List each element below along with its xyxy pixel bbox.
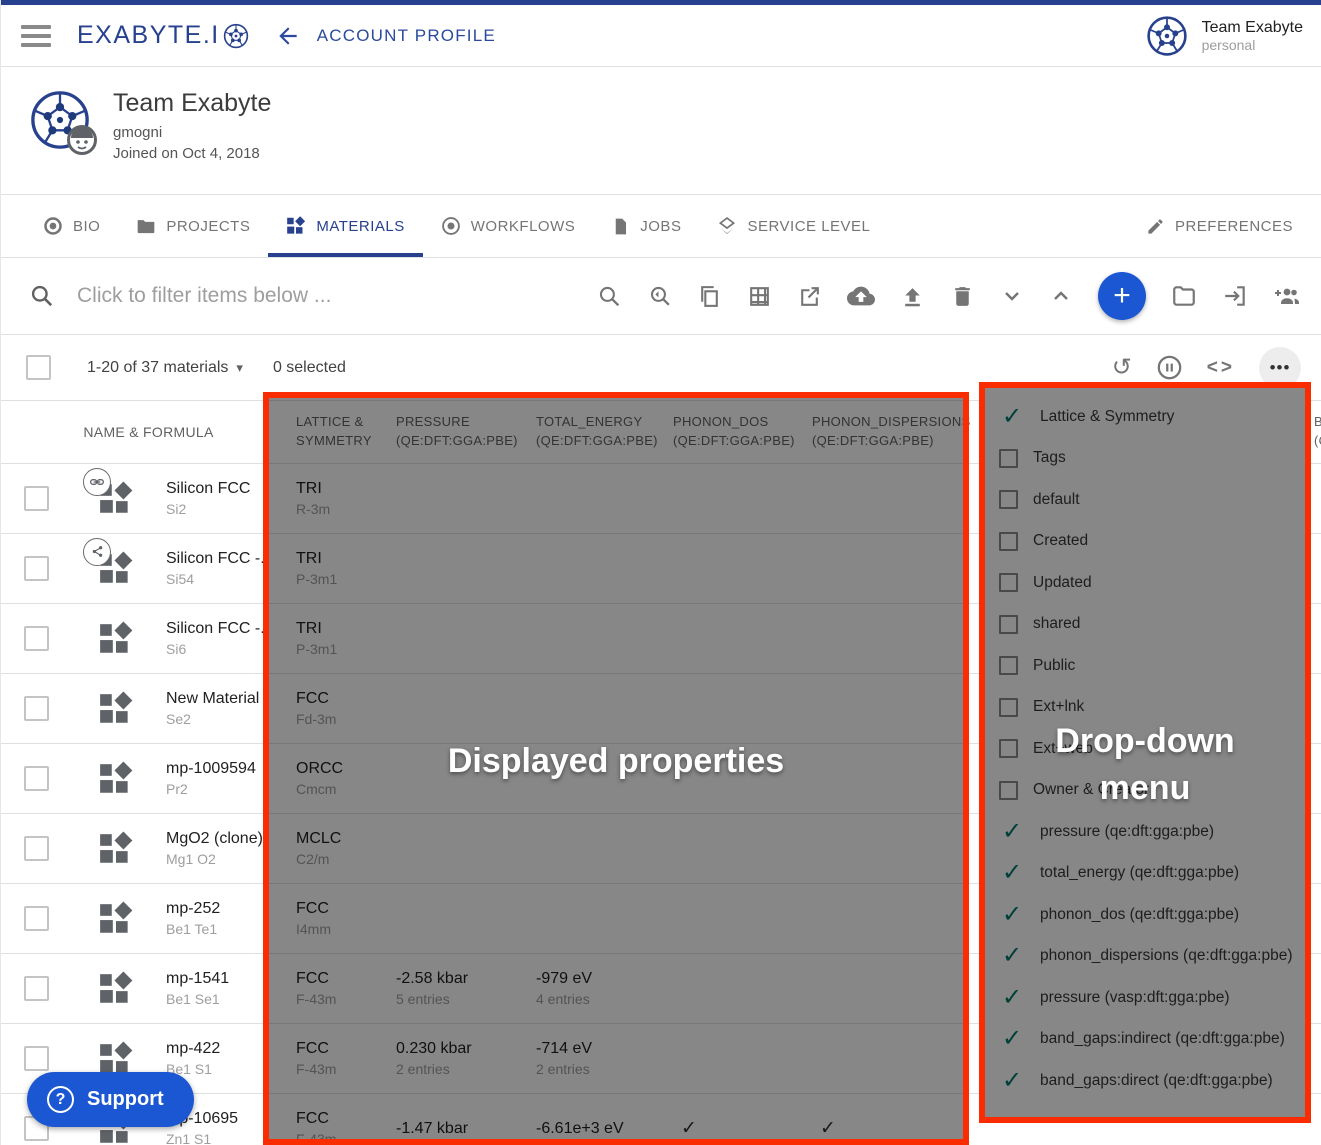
selected-count: 0 selected [273, 359, 346, 377]
tab-label: JOBS [640, 218, 681, 235]
tabs-spacer [888, 195, 1128, 257]
profile-avatar [29, 89, 91, 151]
profile-joined-date: Joined on Oct 4, 2018 [113, 145, 271, 162]
tab-label: SERVICE LEVEL [747, 218, 870, 235]
profile-name: Team Exabyte [113, 89, 271, 118]
tab-projects[interactable]: PROJECTS [118, 195, 268, 257]
tab-bio[interactable]: BIO [25, 195, 118, 257]
displayed-properties-label: Displayed properties [269, 738, 963, 785]
hamburger-menu-icon[interactable] [21, 25, 51, 47]
question-icon: ? [47, 1086, 74, 1113]
material-icon [98, 761, 134, 797]
pagination-range-dropdown[interactable]: 1-20 of 37 materials ▾ [87, 359, 243, 377]
more-horiz-icon: ••• [1270, 358, 1291, 378]
code-icon[interactable]: <> [1207, 357, 1235, 379]
tab-service-level[interactable]: SERVICE LEVEL [699, 195, 888, 257]
page-title: ACCOUNT PROFILE [317, 26, 496, 46]
row-checkbox[interactable] [24, 766, 49, 791]
material-icon [98, 971, 134, 1007]
user-avatar [1146, 15, 1188, 57]
tab-label: WORKFLOWS [471, 218, 576, 235]
row-checkbox[interactable] [24, 556, 49, 581]
exit-to-app-icon[interactable] [1222, 283, 1248, 309]
materials-icon [286, 216, 306, 236]
select-all-checkbox[interactable] [26, 355, 51, 380]
tab-label: PROJECTS [166, 218, 250, 235]
tab-jobs[interactable]: JOBS [593, 195, 699, 257]
filter-input[interactable] [77, 284, 497, 308]
logo-text: EXABYTE.I [77, 21, 220, 50]
pencil-icon [1146, 217, 1165, 236]
filter-toolbar: + [1, 258, 1321, 335]
account-menu[interactable]: Team Exabyte personal [1146, 15, 1303, 57]
folder-icon [136, 216, 156, 236]
material-icon [98, 831, 134, 867]
row-checkbox[interactable] [24, 906, 49, 931]
row-checkbox[interactable] [24, 696, 49, 721]
exabyte-logo[interactable]: EXABYTE.I [77, 21, 249, 50]
header-band-gaps-clipped[interactable]: BA(Q [1314, 413, 1321, 451]
dropdown-menu-label: Drop-down menu [985, 718, 1305, 812]
open-in-new-icon[interactable] [797, 284, 822, 309]
link-badge [83, 468, 111, 496]
back-arrow-icon[interactable] [275, 23, 301, 49]
folder-outline-icon[interactable] [1171, 283, 1197, 309]
share-badge [83, 538, 111, 566]
upload-icon[interactable] [900, 284, 925, 309]
group-add-icon[interactable] [1273, 282, 1301, 310]
caret-down-icon: ▾ [236, 360, 243, 376]
tab-label: PREFERENCES [1175, 218, 1293, 235]
plus-icon: + [1113, 279, 1131, 313]
support-label: Support [87, 1088, 164, 1111]
profile-section: Team Exabyte gmogni Joined on Oct 4, 201… [1, 67, 1321, 195]
profile-tabs: BIO PROJECTS MATERIALS WORKFLOWS JOBS SE… [1, 195, 1321, 258]
cloud-upload-icon[interactable] [847, 282, 875, 310]
user-plan: personal [1202, 37, 1303, 53]
app-bar: EXABYTE.I ACCOUNT PROFILE [1, 5, 1321, 67]
tab-label: BIO [73, 218, 100, 235]
user-name: Team Exabyte [1202, 19, 1303, 37]
delete-icon[interactable] [950, 284, 975, 309]
chevron-down-icon[interactable] [1000, 284, 1024, 308]
header-name-formula[interactable]: NAME & FORMULA [1, 422, 296, 442]
search-icon [29, 283, 55, 309]
row-checkbox[interactable] [24, 1046, 49, 1071]
jobs-icon [611, 217, 630, 236]
face-badge-icon [67, 125, 97, 155]
row-checkbox[interactable] [24, 626, 49, 651]
row-checkbox[interactable] [24, 836, 49, 861]
toolbar-icons: + [597, 272, 1301, 320]
chevron-up-icon[interactable] [1049, 284, 1073, 308]
search-history-icon[interactable] [647, 284, 672, 309]
pause-circle-icon[interactable] [1156, 354, 1183, 381]
profile-username: gmogni [113, 124, 271, 141]
range-label: 1-20 of 37 materials [87, 359, 228, 377]
restore-icon[interactable]: ↺ [1112, 356, 1132, 380]
bio-icon [43, 216, 63, 236]
row-checkbox[interactable] [24, 486, 49, 511]
material-icon [98, 901, 134, 937]
add-material-button[interactable]: + [1098, 272, 1146, 320]
service-level-icon [717, 216, 737, 236]
search-action-icon[interactable] [597, 284, 622, 309]
workflows-icon [441, 216, 461, 236]
logo-ball-icon [223, 23, 249, 49]
grid-view-icon[interactable] [747, 284, 772, 309]
tab-label: MATERIALS [316, 218, 404, 235]
material-icon [98, 691, 134, 727]
dropdown-menu-annotation-box: Drop-down menu [979, 382, 1311, 1123]
tab-materials[interactable]: MATERIALS [268, 195, 422, 257]
account-profile-page: EXABYTE.I ACCOUNT PROFILE [0, 0, 1321, 1145]
support-button[interactable]: ? Support [27, 1072, 194, 1127]
material-icon [98, 621, 134, 657]
tab-workflows[interactable]: WORKFLOWS [423, 195, 594, 257]
copy-icon[interactable] [697, 284, 722, 309]
displayed-properties-annotation-box: Displayed properties [263, 392, 969, 1145]
row-checkbox[interactable] [24, 976, 49, 1001]
tab-preferences[interactable]: PREFERENCES [1128, 195, 1297, 257]
